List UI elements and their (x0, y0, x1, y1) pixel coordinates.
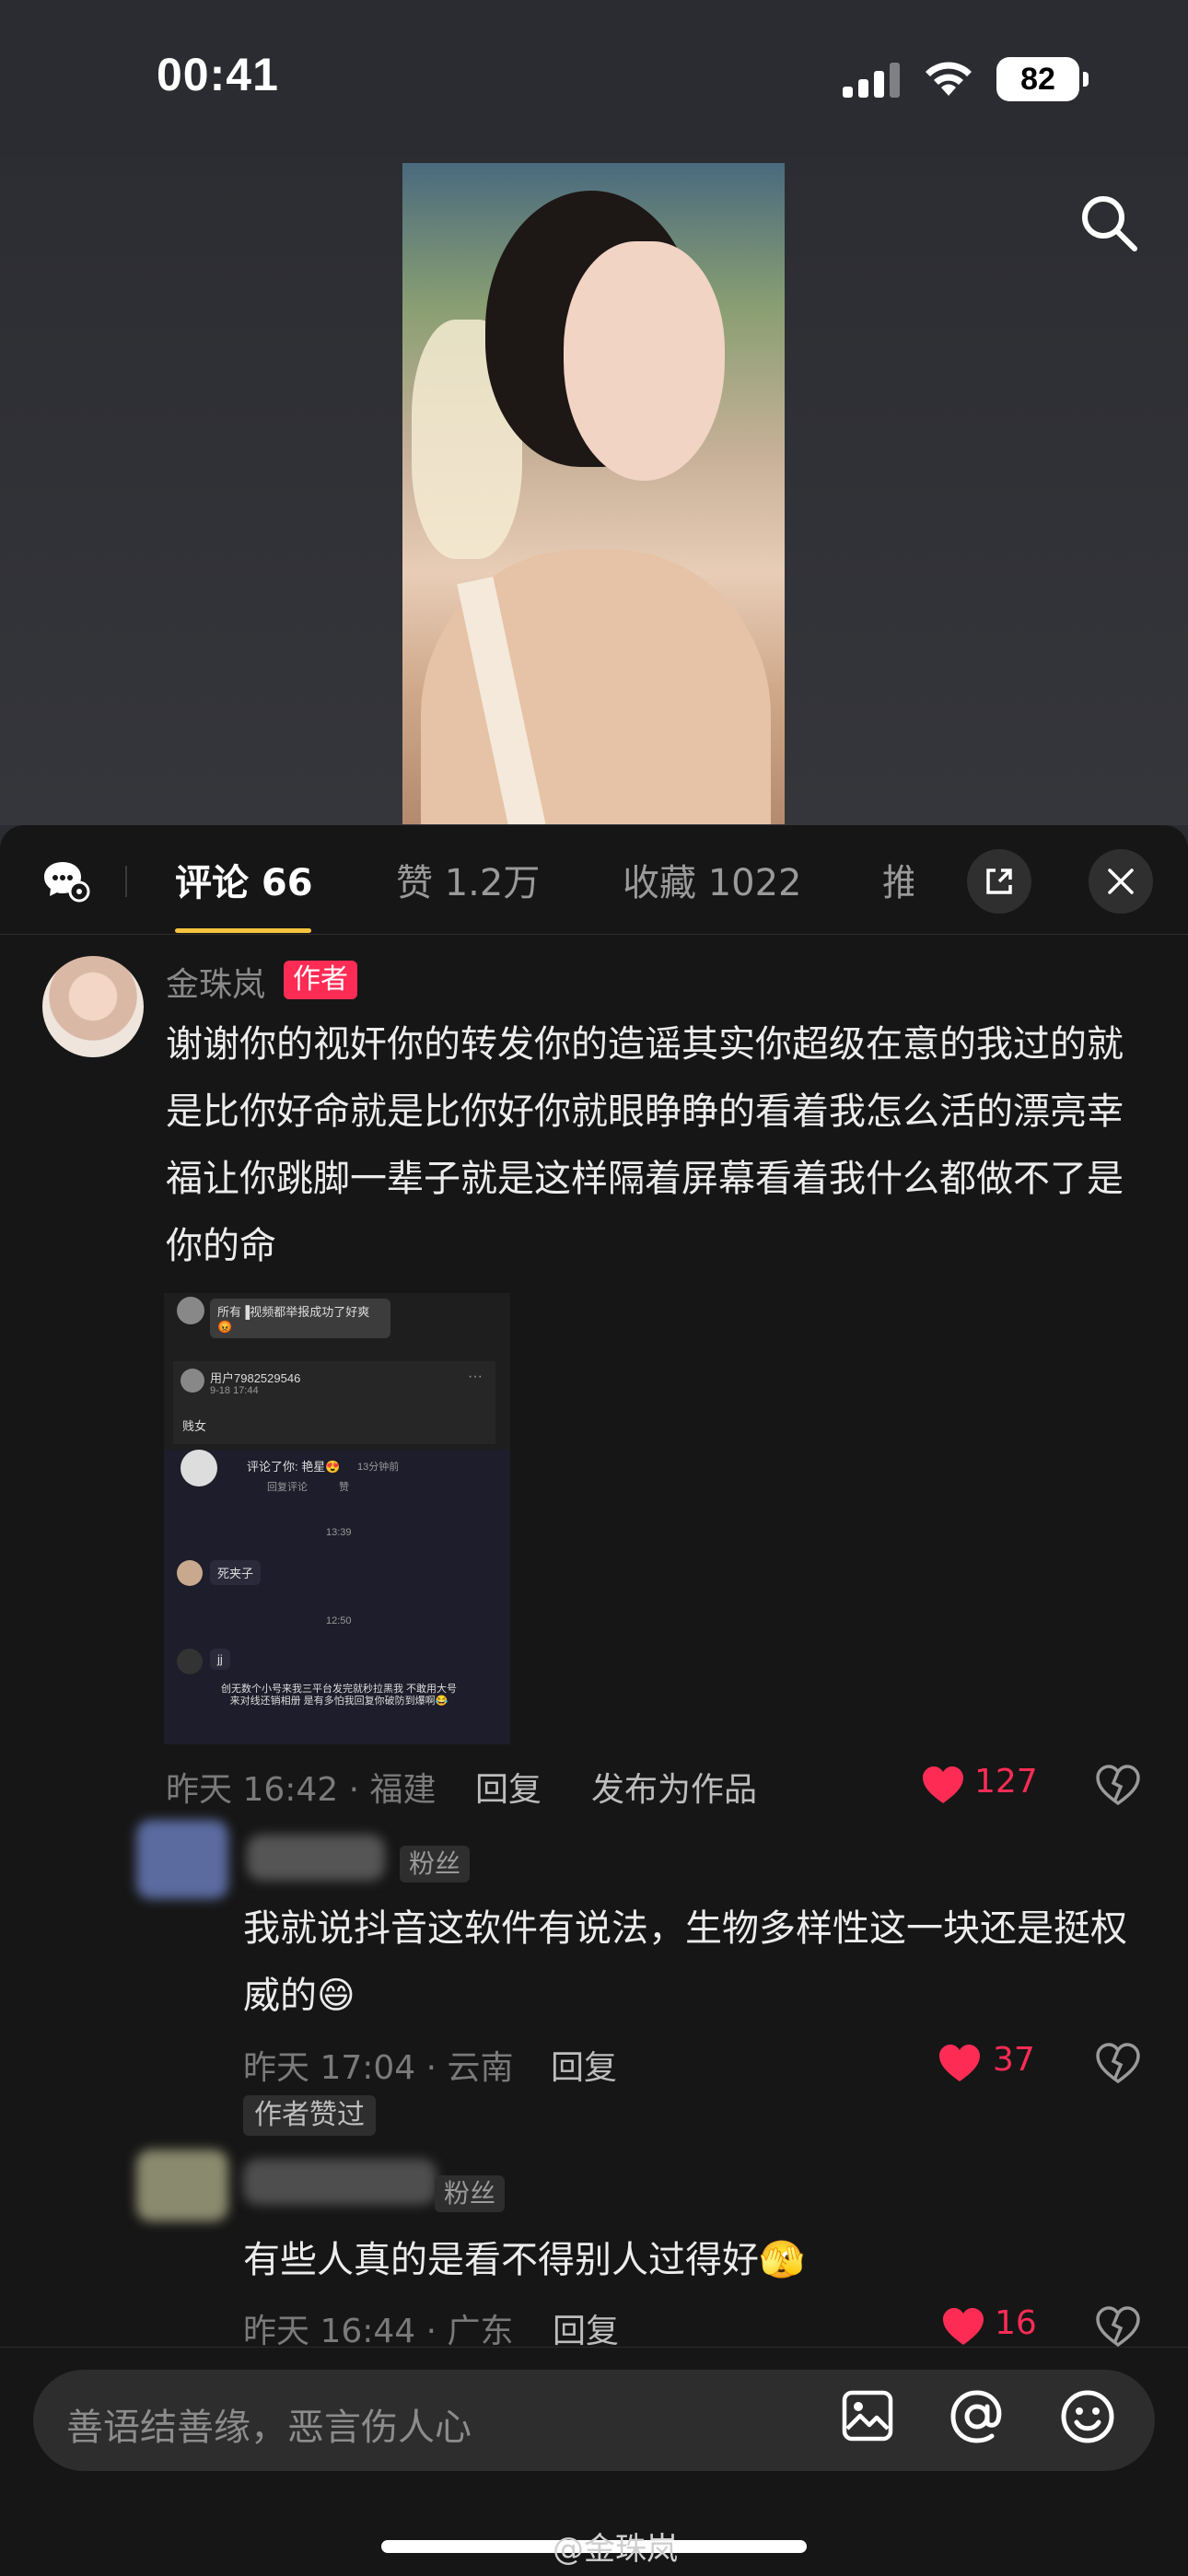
search-icon[interactable] (1077, 192, 1140, 254)
close-button[interactable] (1089, 849, 1153, 914)
comment-author-name[interactable]: 金珠岚 (166, 958, 265, 1006)
tab-comments[interactable]: 评论 66 (175, 853, 313, 906)
dislike-icon[interactable] (1096, 2043, 1140, 2083)
expand-icon (986, 868, 1012, 894)
screenshot-message: 所有▐视频都举报成功了好爽😡 (210, 1299, 390, 1338)
screenshot-msg2: 死夹子 (210, 1560, 262, 1585)
screenshot-date: 9-18 17:44 (210, 1385, 259, 1396)
screenshot-ago: 13分钟前 (357, 1462, 400, 1473)
reply-author-name[interactable] (247, 1835, 385, 1881)
image-icon[interactable] (840, 2388, 895, 2443)
tab-recommend[interactable]: 推 (882, 853, 914, 906)
screenshot-msg3: jj (210, 1649, 230, 1670)
reply-author-name[interactable] (243, 2159, 437, 2205)
like-count: 127 (974, 1763, 1038, 1801)
cellular-signal-icon (843, 61, 902, 98)
reply-button[interactable]: 回复 (475, 1763, 542, 1811)
like-heart-icon[interactable] (938, 2043, 982, 2083)
mention-icon[interactable] (949, 2388, 1006, 2445)
screenshot-card: 用户7982529546 9-18 17:44 ··· 贱女 (173, 1361, 495, 1444)
tab-separator (125, 866, 127, 897)
watermark: @金珠岚 (553, 2531, 678, 2568)
tab-favorites[interactable]: 收藏 1022 (623, 853, 802, 906)
dislike-icon[interactable] (1096, 1765, 1140, 1805)
battery-indicator: 82 (996, 57, 1089, 101)
publish-as-work-button[interactable]: 发布为作品 (591, 1763, 757, 1811)
comment-tabs: 评论 66 赞 1.2万 收藏 1022 推 (0, 825, 1188, 935)
screenshot-notify: 评论了你: 艳星😍 (247, 1460, 341, 1474)
close-icon (1108, 868, 1134, 894)
screenshot-caption: 创无数个小号来我三平台发完就秒拉黑我 不敢用大号来对线还销相册 是有多怕我回复你… (220, 1684, 458, 1707)
emoji-icon[interactable] (1059, 2388, 1116, 2445)
status-bar: 00:41 82 (0, 0, 1188, 157)
chat-settings-icon[interactable] (42, 858, 90, 903)
author-tag: 作者 (284, 961, 357, 999)
reply-button[interactable]: 回复 (553, 2304, 619, 2352)
comment-meta: 昨天 16:42 · 福建 (166, 1771, 437, 1809)
reply-text[interactable]: 有些人真的是看不得别人过得好🫣 (243, 2227, 1155, 2294)
expand-button[interactable] (967, 849, 1031, 914)
reply-button[interactable]: 回复 (551, 2041, 617, 2089)
active-tab-indicator (175, 928, 311, 933)
comment-image[interactable]: 所有▐视频都举报成功了好爽😡 用户7982529546 9-18 17:44 ·… (164, 1293, 510, 1744)
post-photo[interactable] (402, 163, 785, 824)
fan-tag: 粉丝 (435, 2175, 506, 2212)
reply-avatar[interactable] (136, 2150, 228, 2221)
screenshot-like: 赞 (339, 1482, 349, 1493)
screenshot-time1: 13:39 (326, 1527, 352, 1538)
fan-tag: 粉丝 (400, 1846, 471, 1882)
author-avatar[interactable] (42, 956, 144, 1057)
screenshot-user: 用户7982529546 (210, 1371, 301, 1385)
screenshot-reply: 回复评论 (267, 1482, 308, 1493)
tab-likes[interactable]: 赞 1.2万 (396, 853, 540, 906)
comment-text[interactable]: 谢谢你的视奸你的转发你的造谣其实你超级在意的我过的就是比你好命就是比你好你就眼睁… (166, 1011, 1151, 1280)
reply-avatar[interactable] (136, 1820, 228, 1899)
screenshot-word: 贱女 (182, 1419, 207, 1433)
status-time: 00:41 (157, 49, 279, 100)
comment-input-placeholder[interactable]: 善语结善缘，恶言伤人心 (66, 2397, 472, 2451)
reply-text[interactable]: 我就说抖音这软件有说法，生物多样性这一块还是挺权威的😄 (243, 1895, 1155, 2030)
reply-meta: 昨天 16:44 · 广东 (243, 2313, 514, 2350)
screenshot-chat: 评论了你: 艳星😍 13分钟前 回复评论 赞 13:39 死夹子 12:50 j… (164, 1450, 510, 1744)
reply-meta: 昨天 17:04 · 云南 (243, 2049, 514, 2087)
wifi-icon (926, 62, 972, 96)
like-count: 37 (993, 2041, 1035, 2079)
like-heart-icon[interactable] (921, 1765, 965, 1805)
author-liked-badge: 作者赞过 (243, 2095, 376, 2136)
screenshot-time2: 12:50 (326, 1615, 352, 1626)
like-heart-icon[interactable] (941, 2306, 985, 2347)
like-count: 16 (995, 2304, 1037, 2342)
dislike-icon[interactable] (1096, 2306, 1140, 2347)
